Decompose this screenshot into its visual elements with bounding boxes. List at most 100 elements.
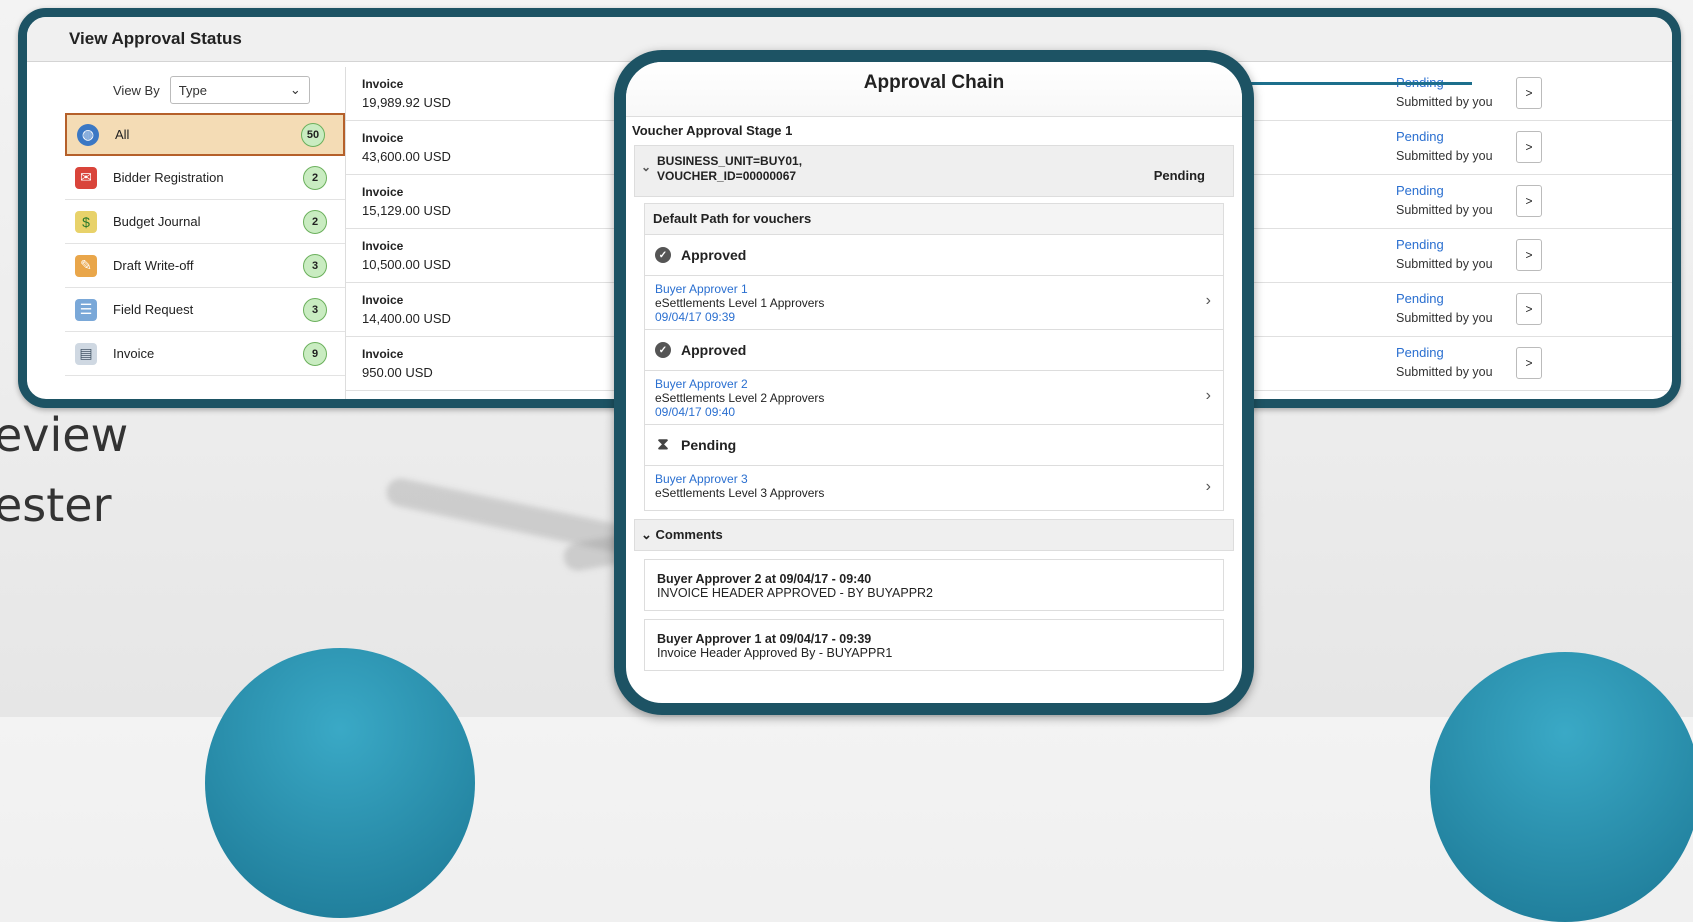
category-bidder-registration[interactable]: ✉ Bidder Registration 2 — [65, 156, 345, 200]
approval-date: 09/04/17 09:40 — [655, 405, 736, 419]
count-badge: 2 — [303, 165, 327, 190]
detail-button[interactable]: > — [1516, 77, 1542, 109]
approver-role: eSettlements Level 3 Approvers — [655, 486, 825, 500]
comments-label: Comments — [655, 527, 723, 542]
check-circle-icon: ✓ — [655, 342, 671, 358]
hourglass-icon: ⧗ — [657, 436, 669, 453]
status-badge: Pending — [1153, 168, 1205, 183]
comment-header: Buyer Approver 2 at 09/04/17 - 09:40 — [657, 572, 872, 586]
step-status: ✓ Approved — [645, 330, 1223, 371]
item-amount: 950.00 USD — [362, 365, 433, 380]
background-text: eview — [0, 408, 129, 462]
chevron-right-icon: › — [1205, 478, 1211, 495]
comment-item: Buyer Approver 2 at 09/04/17 - 09:40 INV… — [644, 559, 1224, 611]
item-amount: 43,600.00 USD — [362, 149, 451, 164]
budget-journal-icon: $ — [75, 210, 97, 233]
chevron-right-icon: › — [1205, 292, 1211, 309]
view-by-value: Type — [178, 82, 207, 98]
step-status: ⧗ Pending — [645, 425, 1223, 466]
status-link[interactable]: Pending — [1396, 345, 1444, 360]
view-by-select[interactable]: Type ⌄ — [169, 76, 310, 104]
submitted-text: Submitted by you — [1396, 203, 1493, 217]
bidder-registration-icon: ✉ — [75, 166, 97, 189]
stage-title: Voucher Approval Stage 1 — [632, 123, 793, 138]
comment-header: Buyer Approver 1 at 09/04/17 - 09:39 — [657, 632, 872, 646]
count-badge: 3 — [303, 297, 327, 322]
approver-name: Buyer Approver 3 — [655, 472, 748, 486]
chevron-down-icon: ⌄ — [641, 160, 652, 174]
submitted-text: Submitted by you — [1396, 149, 1493, 163]
check-circle-icon: ✓ — [655, 247, 671, 263]
submitted-text: Submitted by you — [1396, 95, 1493, 109]
comment-text: INVOICE HEADER APPROVED - BY BUYAPPR2 — [657, 586, 934, 600]
category-budget-journal[interactable]: $ Budget Journal 2 — [65, 200, 345, 244]
category-panel: View By Type ⌄ ◍ All 50 ✉ Bidder Registr… — [65, 67, 346, 399]
count-badge: 9 — [303, 341, 327, 366]
category-invoice[interactable]: ▤ Invoice 9 — [65, 332, 345, 376]
item-amount: 19,989.92 USD — [362, 95, 451, 110]
background-text: ester — [0, 478, 112, 532]
detail-button[interactable]: > — [1516, 293, 1542, 325]
path-title: Default Path for vouchers — [645, 204, 1223, 235]
status-link[interactable]: Pending — [1396, 291, 1444, 306]
category-all[interactable]: ◍ All 50 — [65, 113, 345, 156]
comments-header[interactable]: ⌄ Comments — [634, 519, 1234, 551]
approval-chain-panel: Approval Chain Voucher Approval Stage 1 … — [614, 50, 1254, 715]
approval-chain-title: Approval Chain — [863, 72, 1005, 93]
submitted-text: Submitted by you — [1396, 311, 1493, 325]
approver-row[interactable]: Buyer Approver 3 eSettlements Level 3 Ap… — [645, 466, 1223, 510]
count-badge: 50 — [301, 122, 325, 147]
chevron-down-icon: ⌄ — [289, 82, 301, 97]
approval-path: Default Path for vouchers ✓ Approved Buy… — [644, 203, 1224, 511]
approver-role: eSettlements Level 2 Approvers — [655, 391, 825, 405]
status-link[interactable]: Pending — [1396, 129, 1444, 144]
status-link[interactable]: Pending — [1396, 237, 1444, 252]
globe-icon: ◍ — [77, 123, 99, 146]
item-type: Invoice — [362, 185, 404, 199]
count-badge: 3 — [303, 253, 327, 278]
detail-button[interactable]: > — [1516, 239, 1542, 271]
category-label: Field Request — [113, 302, 194, 317]
category-label: Draft Write-off — [113, 258, 194, 273]
category-label: Invoice — [113, 346, 155, 361]
item-type: Invoice — [362, 239, 404, 253]
approver-row[interactable]: Buyer Approver 1 eSettlements Level 1 Ap… — [645, 276, 1223, 330]
approver-row[interactable]: Buyer Approver 2 eSettlements Level 2 Ap… — [645, 371, 1223, 425]
detail-button[interactable]: > — [1516, 131, 1542, 163]
count-badge: 2 — [303, 209, 327, 234]
approver-name: Buyer Approver 1 — [655, 282, 748, 296]
item-amount: 14,400.00 USD — [362, 311, 451, 326]
invoice-icon: ▤ — [75, 342, 97, 365]
background-circle — [1430, 652, 1693, 922]
approver-role: eSettlements Level 1 Approvers — [655, 296, 825, 310]
item-amount: 10,500.00 USD — [362, 257, 451, 272]
field-request-icon: ☰ — [75, 298, 97, 321]
submitted-text: Submitted by you — [1396, 365, 1493, 379]
submitted-text: Submitted by you — [1396, 257, 1493, 271]
comment-text: Invoice Header Approved By - BUYAPPR1 — [657, 646, 893, 660]
category-label: Budget Journal — [113, 214, 201, 229]
page-title: View Approval Status — [69, 29, 242, 48]
category-field-request[interactable]: ☰ Field Request 3 — [65, 288, 345, 332]
category-label: All — [115, 127, 130, 142]
detail-button[interactable]: > — [1516, 185, 1542, 217]
status-link[interactable]: Pending — [1396, 183, 1444, 198]
voucher-id: BUSINESS_UNIT=BUY01, VOUCHER_ID=00000067 — [657, 154, 803, 183]
step-status: ✓ Approved — [645, 235, 1223, 276]
view-by-label: View By — [113, 82, 160, 98]
background-circle — [205, 648, 475, 918]
category-draft-write-off[interactable]: ✎ Draft Write-off 3 — [65, 244, 345, 288]
item-type: Invoice — [362, 77, 404, 91]
item-type: Invoice — [362, 293, 404, 307]
voucher-header[interactable]: ⌄ BUSINESS_UNIT=BUY01, VOUCHER_ID=000000… — [634, 145, 1234, 197]
approval-chain-header: Approval Chain — [626, 62, 1242, 117]
approval-date: 09/04/17 09:39 — [655, 310, 736, 324]
chevron-down-icon: ⌄ — [641, 527, 652, 542]
approver-name: Buyer Approver 2 — [655, 377, 748, 391]
item-type: Invoice — [362, 131, 404, 145]
category-label: Bidder Registration — [113, 170, 224, 185]
comment-item: Buyer Approver 1 at 09/04/17 - 09:39 Inv… — [644, 619, 1224, 671]
chevron-right-icon: › — [1205, 387, 1211, 404]
item-type: Invoice — [362, 347, 404, 361]
detail-button[interactable]: > — [1516, 347, 1542, 379]
